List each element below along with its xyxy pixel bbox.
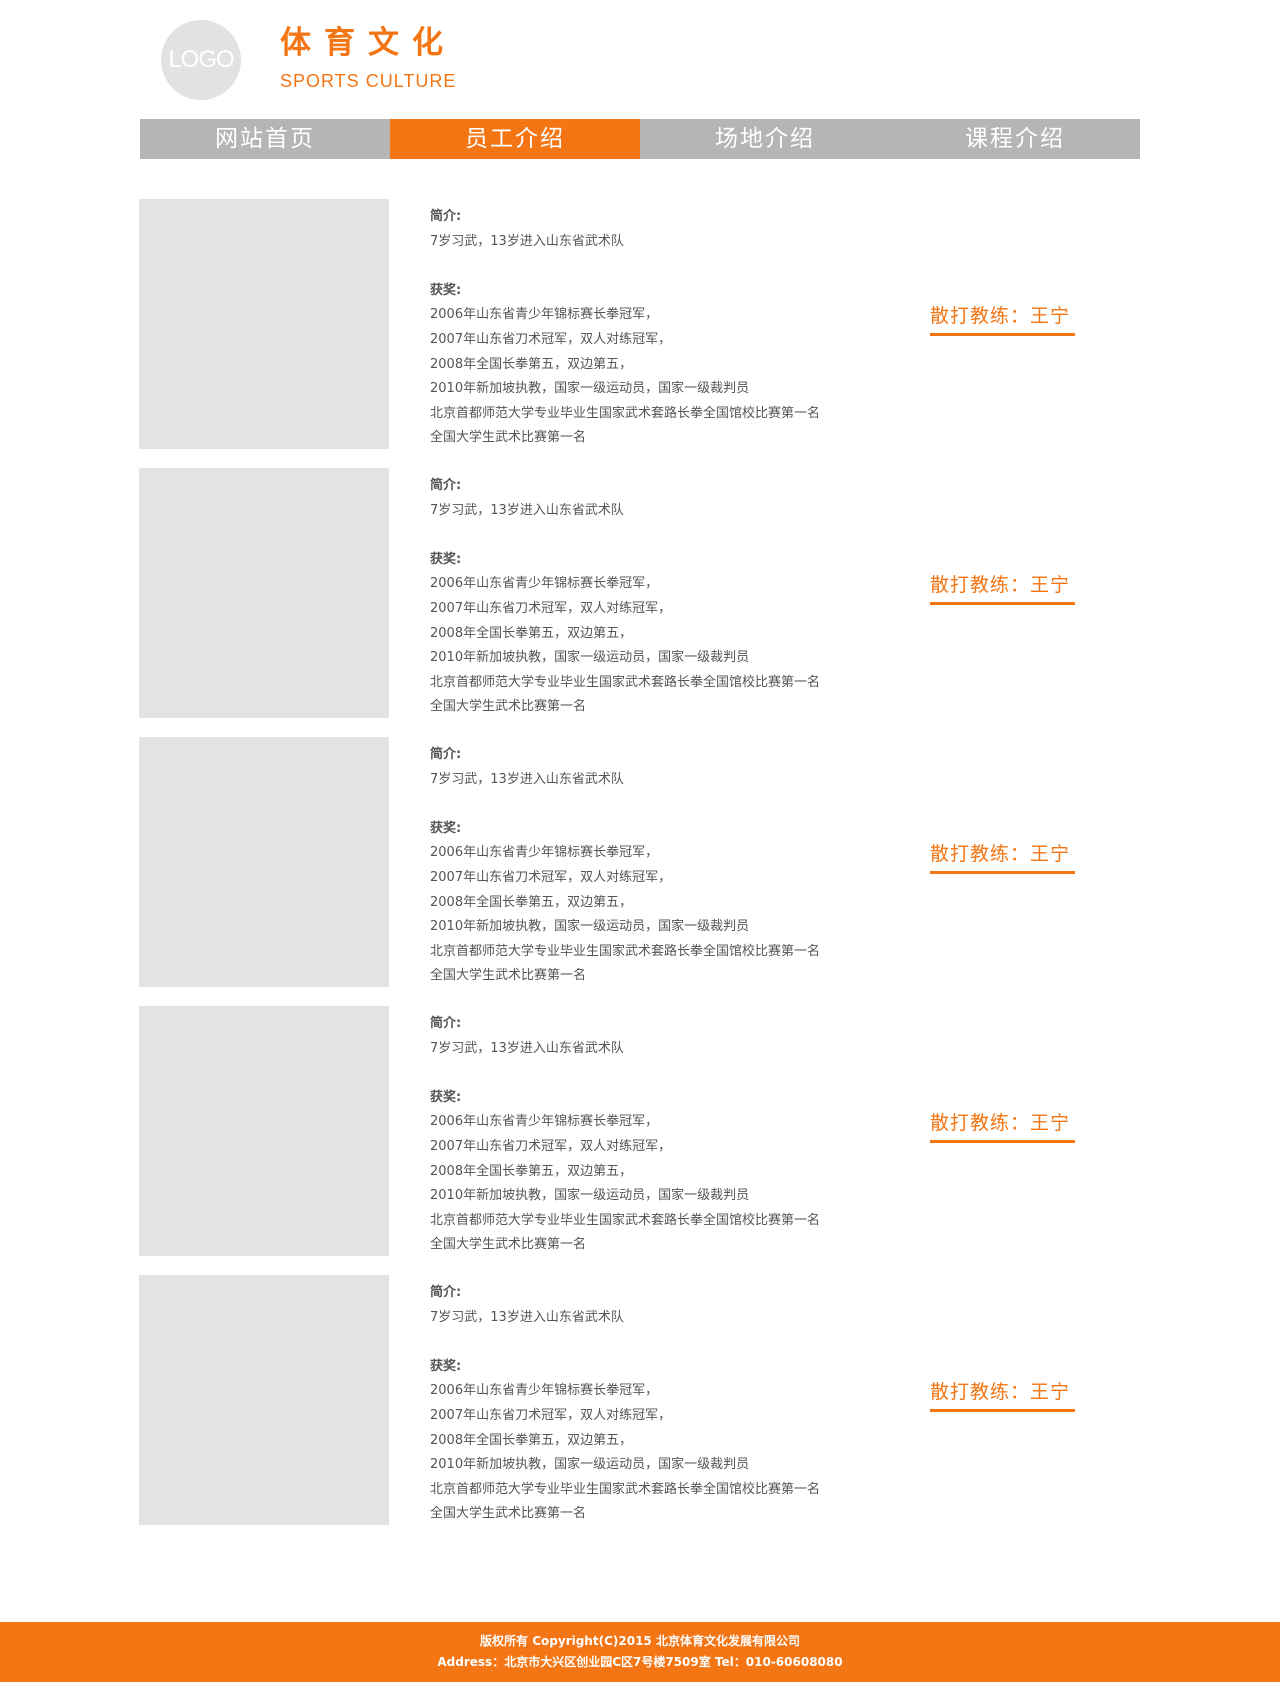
award-item: 2010年新加坡执教，国家一级运动员，国家一级裁判员	[430, 1457, 750, 1473]
staff-role-title[interactable]: 散打教练：王宁	[930, 304, 1075, 336]
staff-info: 简介: 7岁习武，13岁进入山东省武术队 获奖: 2006年山东省青少年锦标赛长…	[430, 205, 900, 451]
award-item: 2006年山东省青少年锦标赛长拳冠军，	[430, 576, 659, 592]
award-item: 2008年全国长拳第五，双边第五，	[430, 1432, 633, 1448]
awards-label: 获奖:	[430, 1089, 462, 1105]
site-footer: 版权所有 Copyright(C)2015 北京体育文化发展有限公司 Addre…	[0, 1622, 1280, 1682]
staff-card: 简介: 7岁习武，13岁进入山东省武术队 获奖: 2006年山东省青少年锦标赛长…	[139, 468, 1141, 718]
staff-role-title[interactable]: 散打教练：王宁	[930, 573, 1075, 605]
footer-copyright: 版权所有 Copyright(C)2015 北京体育文化发展有限公司	[480, 1634, 800, 1648]
logo[interactable]: LOGO	[161, 20, 241, 100]
award-item: 北京首都师范大学专业毕业生国家武术套路长拳全国馆校比赛第一名	[430, 674, 821, 690]
award-item: 2006年山东省青少年锦标赛长拳冠军，	[430, 307, 659, 323]
award-item: 2008年全国长拳第五，双边第五，	[430, 894, 633, 910]
site-title: 体育文化	[280, 25, 456, 61]
award-item: 全国大学生武术比赛第一名	[430, 1237, 587, 1253]
award-item: 2007年山东省刀术冠军，双人对练冠军，	[430, 600, 672, 616]
intro-text: 7岁习武，13岁进入山东省武术队	[430, 1309, 624, 1325]
staff-photo-placeholder[interactable]	[139, 1275, 389, 1525]
staff-info: 简介: 7岁习武，13岁进入山东省武术队 获奖: 2006年山东省青少年锦标赛长…	[430, 743, 900, 989]
award-item: 北京首都师范大学专业毕业生国家武术套路长拳全国馆校比赛第一名	[430, 943, 821, 959]
staff-card: 简介: 7岁习武，13岁进入山东省武术队 获奖: 2006年山东省青少年锦标赛长…	[139, 1006, 1141, 1256]
staff-info: 简介: 7岁习武，13岁进入山东省武术队 获奖: 2006年山东省青少年锦标赛长…	[430, 1281, 900, 1527]
award-item: 全国大学生武术比赛第一名	[430, 1506, 587, 1522]
nav-item-venue[interactable]: 场地介绍	[640, 119, 890, 159]
staff-info: 简介: 7岁习武，13岁进入山东省武术队 获奖: 2006年山东省青少年锦标赛长…	[430, 1012, 900, 1258]
award-item: 2007年山东省刀术冠军，双人对练冠军，	[430, 869, 672, 885]
award-item: 2010年新加坡执教，国家一级运动员，国家一级裁判员	[430, 381, 750, 397]
staff-card: 简介: 7岁习武，13岁进入山东省武术队 获奖: 2006年山东省青少年锦标赛长…	[139, 199, 1141, 449]
award-item: 全国大学生武术比赛第一名	[430, 968, 587, 984]
site-subtitle: SPORTS CULTURE	[280, 71, 457, 91]
nav-item-staff[interactable]: 员工介绍	[390, 119, 640, 159]
staff-role-title[interactable]: 散打教练：王宁	[930, 842, 1075, 874]
intro-label: 简介:	[430, 1285, 462, 1300]
award-item: 2007年山东省刀术冠军，双人对练冠军，	[430, 1138, 672, 1154]
award-item: 北京首都师范大学专业毕业生国家武术套路长拳全国馆校比赛第一名	[430, 1481, 821, 1497]
intro-text: 7岁习武，13岁进入山东省武术队	[430, 233, 624, 249]
award-item: 2010年新加坡执教，国家一级运动员，国家一级裁判员	[430, 1188, 750, 1204]
intro-label: 简介:	[430, 747, 462, 762]
award-item: 北京首都师范大学专业毕业生国家武术套路长拳全国馆校比赛第一名	[430, 405, 821, 421]
award-item: 2010年新加坡执教，国家一级运动员，国家一级裁判员	[430, 650, 750, 666]
staff-role-title[interactable]: 散打教练：王宁	[930, 1111, 1075, 1143]
staff-info: 简介: 7岁习武，13岁进入山东省武术队 获奖: 2006年山东省青少年锦标赛长…	[430, 474, 900, 720]
site-header: LOGO 体育文化 SPORTS CULTURE	[0, 0, 1280, 118]
intro-text: 7岁习武，13岁进入山东省武术队	[430, 771, 624, 787]
awards-label: 获奖:	[430, 820, 462, 836]
intro-label: 简介:	[430, 209, 462, 224]
footer-address: Address：北京市大兴区创业园C区7号楼7509室 Tel：010-6060…	[437, 1655, 843, 1669]
intro-text: 7岁习武，13岁进入山东省武术队	[430, 502, 624, 518]
award-item: 2008年全国长拳第五，双边第五，	[430, 356, 633, 372]
nav-item-home[interactable]: 网站首页	[140, 119, 390, 159]
award-item: 北京首都师范大学专业毕业生国家武术套路长拳全国馆校比赛第一名	[430, 1212, 821, 1228]
intro-label: 简介:	[430, 478, 462, 493]
main-nav: 网站首页 员工介绍 场地介绍 课程介绍	[140, 119, 1140, 159]
staff-card: 简介: 7岁习武，13岁进入山东省武术队 获奖: 2006年山东省青少年锦标赛长…	[139, 737, 1141, 987]
staff-photo-placeholder[interactable]	[139, 468, 389, 718]
award-item: 2006年山东省青少年锦标赛长拳冠军，	[430, 1383, 659, 1399]
staff-photo-placeholder[interactable]	[139, 1006, 389, 1256]
staff-photo-placeholder[interactable]	[139, 199, 389, 449]
staff-role-title[interactable]: 散打教练：王宁	[930, 1380, 1075, 1412]
staff-list: 简介: 7岁习武，13岁进入山东省武术队 获奖: 2006年山东省青少年锦标赛长…	[139, 199, 1141, 1525]
awards-label: 获奖:	[430, 551, 462, 567]
intro-text: 7岁习武，13岁进入山东省武术队	[430, 1040, 624, 1056]
award-item: 2007年山东省刀术冠军，双人对练冠军，	[430, 1407, 672, 1423]
staff-photo-placeholder[interactable]	[139, 737, 389, 987]
awards-label: 获奖:	[430, 282, 462, 298]
award-item: 2007年山东省刀术冠军，双人对练冠军，	[430, 331, 672, 347]
award-item: 2008年全国长拳第五，双边第五，	[430, 1163, 633, 1179]
award-item: 2010年新加坡执教，国家一级运动员，国家一级裁判员	[430, 919, 750, 935]
award-item: 全国大学生武术比赛第一名	[430, 699, 587, 715]
award-item: 全国大学生武术比赛第一名	[430, 430, 587, 446]
award-item: 2006年山东省青少年锦标赛长拳冠军，	[430, 845, 659, 861]
intro-label: 简介:	[430, 1016, 462, 1031]
nav-item-courses[interactable]: 课程介绍	[890, 119, 1140, 159]
award-item: 2008年全国长拳第五，双边第五，	[430, 625, 633, 641]
staff-card: 简介: 7岁习武，13岁进入山东省武术队 获奖: 2006年山东省青少年锦标赛长…	[139, 1275, 1141, 1525]
award-item: 2006年山东省青少年锦标赛长拳冠军，	[430, 1114, 659, 1130]
awards-label: 获奖:	[430, 1358, 462, 1374]
